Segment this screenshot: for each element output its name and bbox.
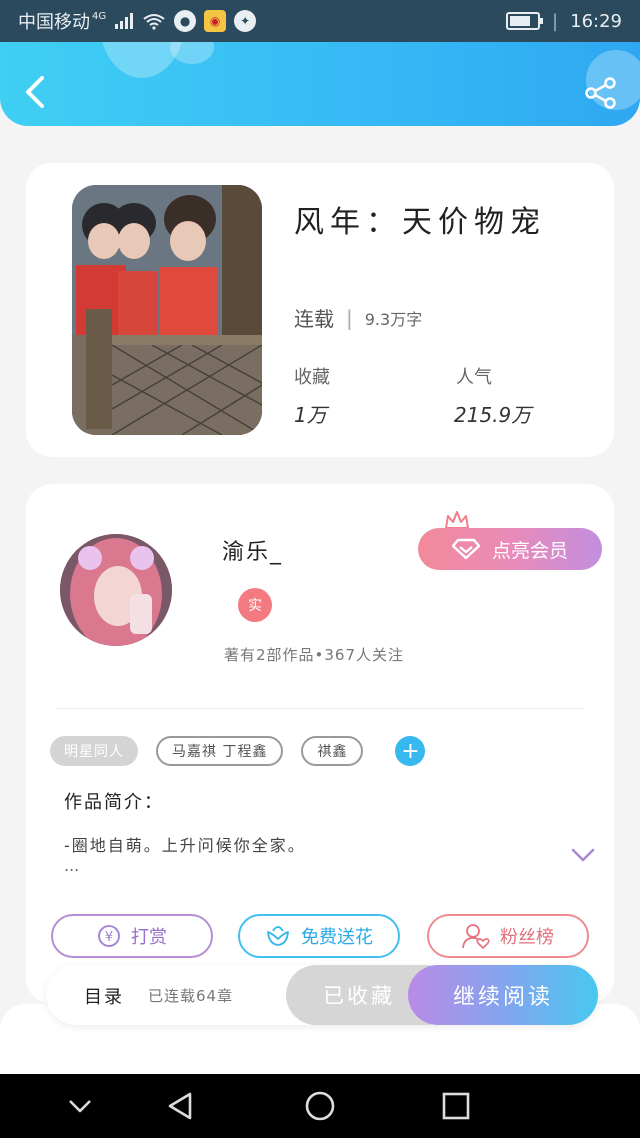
avatar-image <box>60 534 172 646</box>
yen-icon: ¥ <box>98 925 120 947</box>
cover-image <box>72 185 262 435</box>
fans-ranking-button[interactable]: 粉丝榜 <box>427 914 589 958</box>
recents-square-icon[interactable] <box>438 1088 474 1124</box>
flower-icon <box>267 926 289 946</box>
signal-icon <box>115 13 134 29</box>
network-label: 4G <box>92 10 107 22</box>
battery-icon <box>506 12 544 30</box>
system-nav-bar <box>0 1074 640 1138</box>
book-cover[interactable] <box>72 185 262 435</box>
back-triangle-icon[interactable] <box>164 1088 200 1124</box>
tag-item[interactable]: 祺鑫 <box>301 736 364 766</box>
back-button[interactable] <box>20 72 52 112</box>
clock: 16:29 <box>570 10 622 32</box>
author-avatar[interactable] <box>60 534 172 646</box>
favorites-label: 收藏 <box>294 367 330 388</box>
free-flower-button[interactable]: 免费送花 <box>238 914 400 958</box>
chevron-down-icon[interactable] <box>570 846 596 864</box>
continue-reading-button[interactable]: 继续阅读 <box>408 965 598 1025</box>
author-card: 渝乐_ 实 著有2部作品•367人关注 点亮会员 明星同人 马嘉祺 丁程鑫 祺鑫… <box>26 484 614 1004</box>
tag-item[interactable]: 马嘉祺 丁程鑫 <box>156 736 284 766</box>
popularity-value: 215.9万 <box>454 403 532 427</box>
plus-icon: + <box>401 738 420 764</box>
home-circle-icon[interactable] <box>302 1088 338 1124</box>
add-tag-button[interactable]: + <box>395 736 426 766</box>
tip-button-label: 打赏 <box>131 927 167 948</box>
app-icon: ✦ <box>234 10 257 32</box>
intro-text: -圈地自萌。上升问候你全家。 <box>64 836 306 855</box>
chapter-count: 已连载64章 <box>148 987 234 1005</box>
book-title: 风年：天价物宠 <box>294 205 546 240</box>
battery-fill <box>510 16 530 26</box>
word-count: 9.3万字 <box>364 309 423 329</box>
favorited-button-label: 已收藏 <box>323 984 395 1008</box>
tip-button[interactable]: ¥ 打赏 <box>51 914 213 958</box>
separator: | <box>346 305 353 330</box>
verified-badge: 实 <box>238 588 272 622</box>
catalog-button[interactable]: 目录 <box>84 983 124 1009</box>
share-icon <box>585 77 616 109</box>
chevron-left-icon <box>26 76 44 108</box>
vip-button[interactable]: 点亮会员 <box>418 528 602 570</box>
tag-list: 明星同人 马嘉祺 丁程鑫 祺鑫 + <box>50 736 426 766</box>
bottom-action-bar: 目录 已连载64章 已收藏 继续阅读 <box>46 965 598 1025</box>
continue-reading-label: 继续阅读 <box>452 985 553 1010</box>
divider: | <box>552 10 559 32</box>
status-bar: 中国移动 4G ● ◉ ✦ | 16:29 <box>0 0 640 42</box>
favorites-value: 1万 <box>294 403 327 427</box>
carrier-label: 中国移动 <box>18 12 90 33</box>
book-info-card: 风年：天价物宠 连载 | 9.3万字 收藏 1万 人气 215.9万 <box>26 163 614 457</box>
divider <box>56 708 584 709</box>
share-button[interactable] <box>584 76 618 110</box>
wifi-icon <box>143 14 165 30</box>
chevron-down-icon[interactable] <box>62 1088 98 1124</box>
fans-ranking-button-label: 粉丝榜 <box>500 927 554 948</box>
diamond-icon <box>451 538 480 560</box>
vip-button-label: 点亮会员 <box>491 539 568 562</box>
wechat-icon: ● <box>174 10 197 32</box>
user-heart-icon <box>462 924 490 949</box>
weibo-icon: ◉ <box>204 10 227 32</box>
free-flower-button-label: 免费送花 <box>301 927 373 948</box>
author-stats: 著有2部作品•367人关注 <box>224 646 405 664</box>
intro-title: 作品简介： <box>64 792 164 813</box>
popularity-label: 人气 <box>456 367 492 388</box>
serial-status: 连载 <box>294 307 334 331</box>
book-status-row: 连载 | 9.3万字 <box>294 303 422 332</box>
author-name[interactable]: 渝乐_ <box>222 534 283 566</box>
intro-ellipsis: ... <box>64 856 80 875</box>
svg-text:¥: ¥ <box>105 930 113 945</box>
tag-item[interactable]: 明星同人 <box>50 736 138 766</box>
